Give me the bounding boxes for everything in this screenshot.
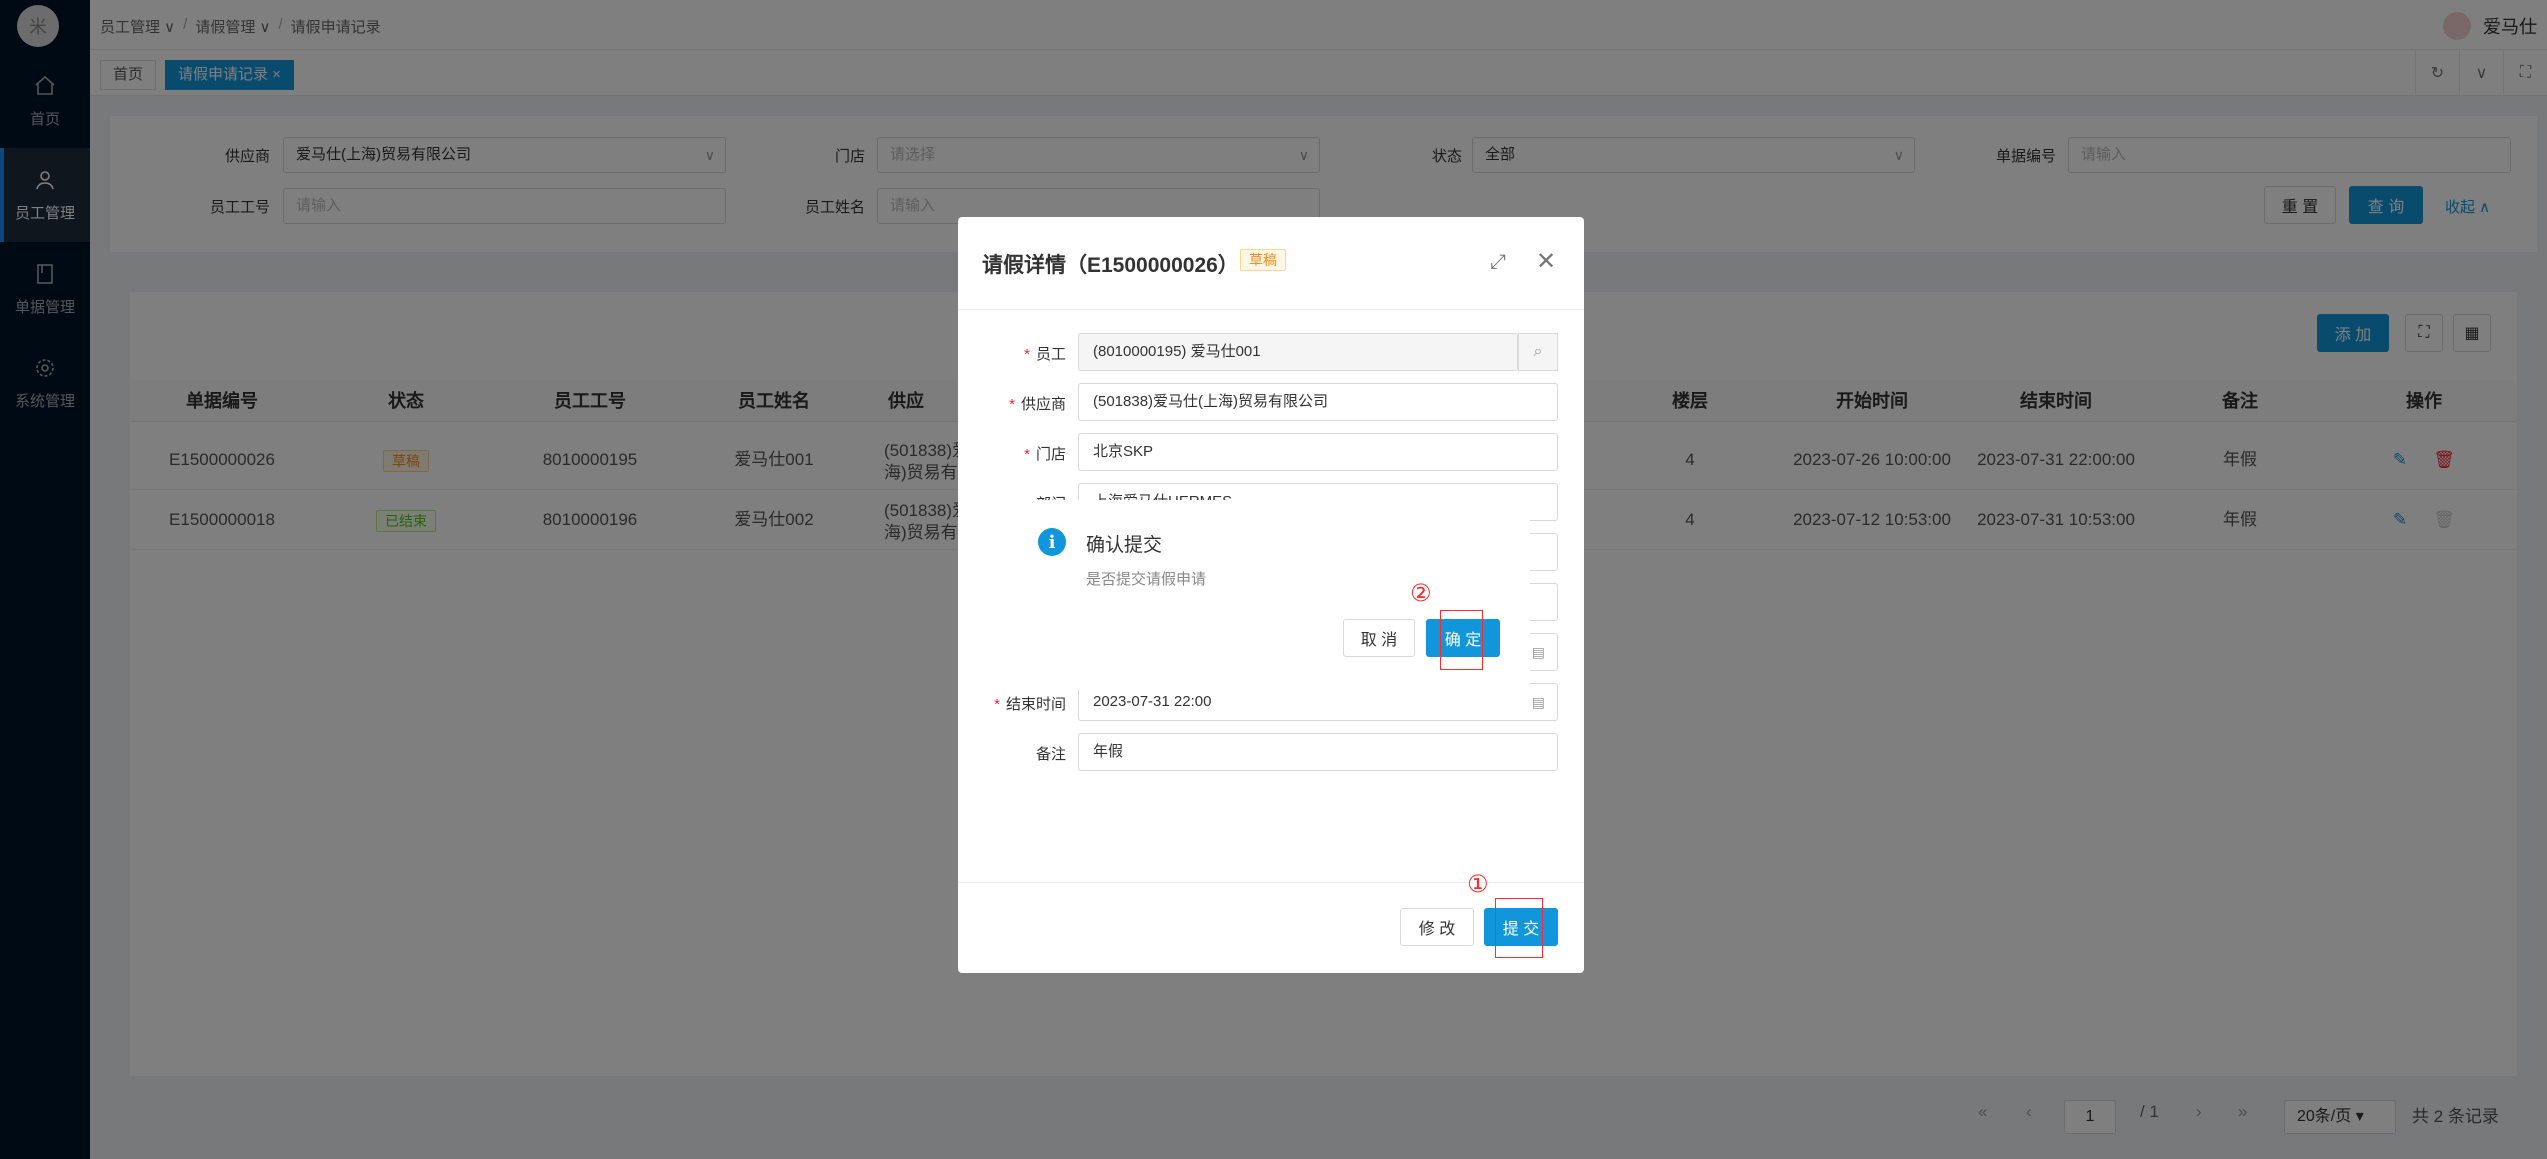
- annotation-step-2: ②: [1410, 580, 1432, 607]
- maximize-icon[interactable]: ⤢: [1490, 251, 1506, 274]
- calendar-icon: ▤: [1531, 644, 1545, 660]
- modal-status: 草稿: [1240, 249, 1286, 271]
- close-icon[interactable]: ✕: [1536, 247, 1556, 276]
- info-icon: i: [1038, 528, 1066, 556]
- calendar-icon: ▤: [1531, 694, 1545, 710]
- confirm-message: 是否提交请假申请: [1086, 571, 1207, 588]
- employee-field[interactable]: (8010000195) 爱马仕001: [1078, 333, 1518, 371]
- status-badge: 草稿: [1240, 249, 1286, 271]
- store-field[interactable]: 北京SKP: [1078, 433, 1558, 471]
- search-icon[interactable]: ⌕: [1518, 333, 1558, 371]
- remark-label: 备注: [1035, 746, 1066, 763]
- supplier-label-text: 供应商: [1020, 396, 1066, 413]
- confirm-title: 确认提交: [1086, 535, 1163, 556]
- annotation-box-submit: [1495, 898, 1543, 958]
- modal-title: 请假详情（E1500000026）: [982, 254, 1239, 277]
- modal-footer-divider: [958, 882, 1584, 883]
- edit-button[interactable]: 修 改: [1400, 908, 1474, 946]
- supplier-field[interactable]: (501838)爱马仕(上海)贸易有限公司: [1078, 383, 1558, 421]
- employee-label: * 员工: [1024, 346, 1066, 363]
- employee-label-text: 员工: [1035, 346, 1066, 363]
- store-label-text: 门店: [1035, 446, 1066, 463]
- annotation-step-1: ①: [1467, 871, 1489, 898]
- remark-field[interactable]: 年假: [1078, 733, 1558, 771]
- cancel-button[interactable]: 取 消: [1343, 619, 1415, 657]
- modal-divider: [958, 309, 1584, 310]
- end-time-label: * 结束时间: [994, 696, 1066, 713]
- end-time-label-text: 结束时间: [1005, 696, 1066, 713]
- store-label: * 门店: [1024, 446, 1066, 463]
- supplier-label: * 供应商: [1009, 396, 1066, 413]
- end-time-value: 2023-07-31 22:00: [1093, 693, 1212, 710]
- annotation-box-ok: [1440, 610, 1483, 670]
